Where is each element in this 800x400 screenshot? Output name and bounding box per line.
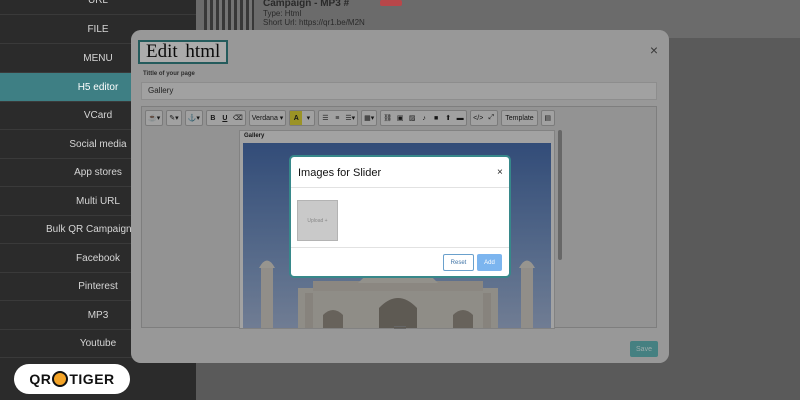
campaign-name: Campaign - MP3 # (263, 0, 350, 9)
logo-text-left: QR (29, 371, 52, 387)
images-for-slider-dialog: Images for Slider × Upload + Reset Add (289, 155, 511, 278)
upload-image-button[interactable]: Upload + (297, 200, 338, 241)
reset-button[interactable]: Reset (443, 254, 474, 271)
qr-code-thumbnail (204, 0, 254, 30)
divider (291, 187, 509, 188)
divider (291, 247, 509, 248)
add-button[interactable]: Add (477, 254, 502, 271)
upload-label: Upload + (307, 217, 328, 224)
dialog-title: Images for Slider (298, 167, 382, 179)
campaign-short-url: Short Url: https://qr1.be/M2N (263, 18, 365, 27)
sidebar-item-url[interactable]: URL (0, 0, 196, 15)
logo-text-right: TIGER (69, 371, 115, 387)
qrtiger-logo: QR TIGER (14, 364, 130, 394)
status-badge (380, 0, 402, 6)
tiger-icon (52, 371, 69, 387)
close-icon[interactable]: × (497, 167, 503, 178)
campaign-type: Type: Html (263, 9, 302, 18)
